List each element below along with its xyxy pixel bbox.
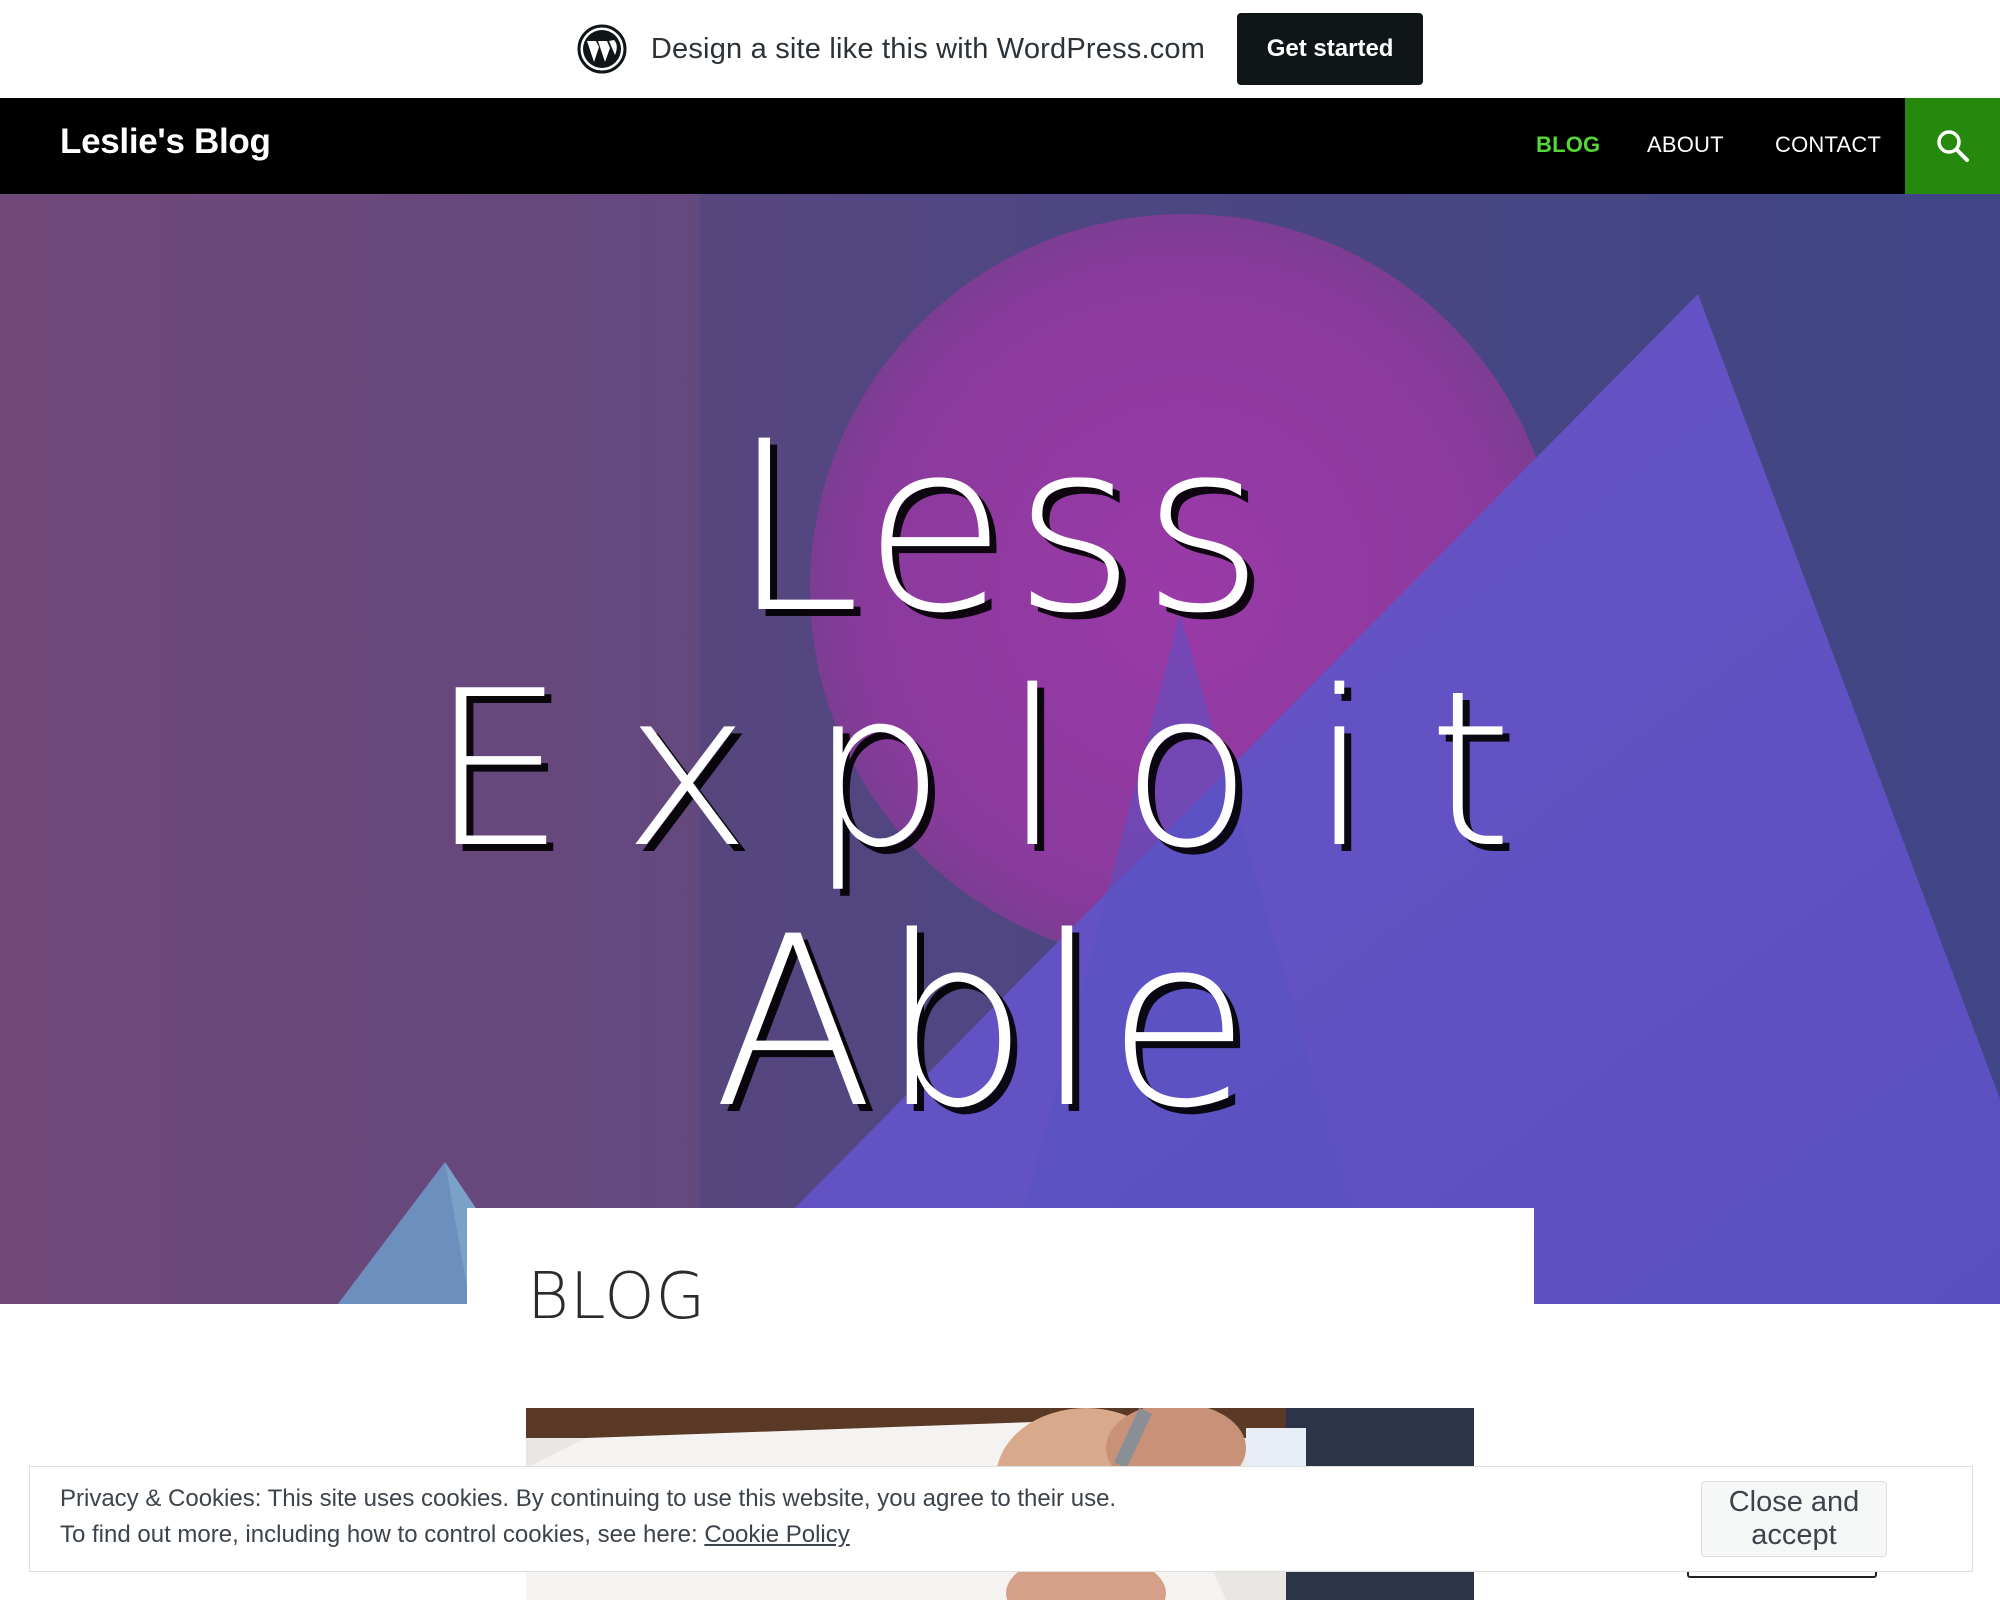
cookie-banner: Privacy & Cookies: This site uses cookie…	[29, 1466, 1973, 1572]
search-button[interactable]	[1905, 98, 2000, 194]
cookie-notice-prefix: To find out more, including how to contr…	[60, 1521, 698, 1548]
hero-line-3: Able	[713, 887, 1257, 1160]
site-title[interactable]: Leslie's Blog	[60, 122, 271, 162]
hero-header-image: Less Exploit Able Less Exploit Able	[0, 194, 2000, 1304]
page-title: BLOG	[527, 1260, 707, 1334]
cookie-notice-line-2: To find out more, including how to contr…	[60, 1521, 850, 1549]
close-and-accept-button[interactable]: Close and accept	[1701, 1481, 1887, 1557]
hero-line-2: Exploit	[430, 644, 1571, 895]
wordpress-promo-banner: Design a site like this with WordPress.c…	[0, 0, 2000, 98]
nav-blog[interactable]: BLOG	[1536, 132, 1600, 158]
nav-contact[interactable]: CONTACT	[1775, 132, 1881, 158]
get-started-button[interactable]: Get started	[1237, 13, 1424, 85]
cookie-notice-line-1: Privacy & Cookies: This site uses cookie…	[60, 1485, 1117, 1512]
hero-line-1: Less	[730, 392, 1270, 665]
hero-artwork: Less Exploit Able Less Exploit Able	[0, 194, 2000, 1304]
nav-about[interactable]: ABOUT	[1647, 132, 1724, 158]
search-icon	[1936, 130, 1969, 162]
site-header: Leslie's Blog BLOG ABOUT CONTACT	[0, 98, 2000, 194]
wordpress-logo-icon[interactable]	[577, 24, 627, 74]
cookie-policy-link[interactable]: Cookie Policy	[704, 1521, 849, 1548]
promo-text: Design a site like this with WordPress.c…	[650, 32, 1206, 65]
